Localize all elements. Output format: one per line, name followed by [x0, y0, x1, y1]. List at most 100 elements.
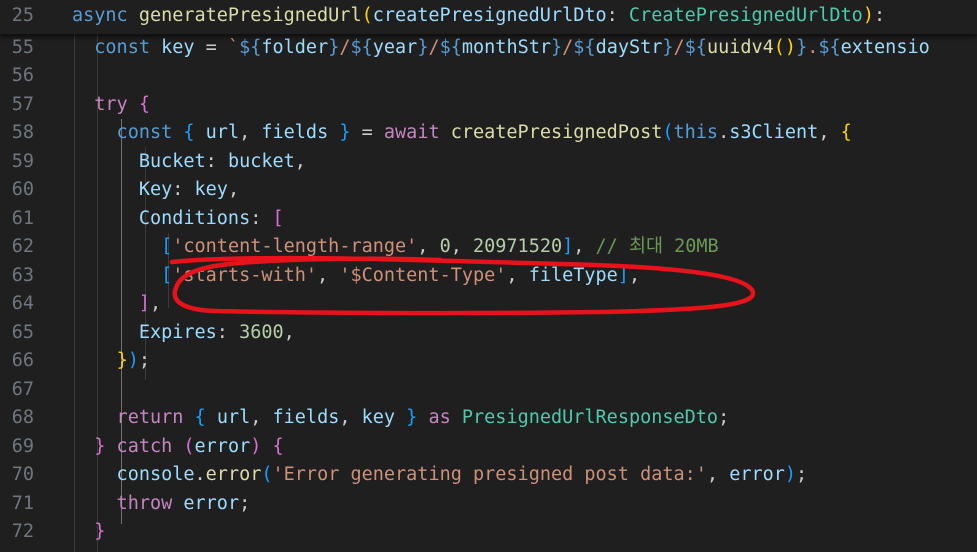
code-line[interactable]: 63 ['starts-with', '$Content-Type', file…	[0, 262, 977, 291]
code-token: =	[350, 122, 384, 143]
code-line[interactable]: 65 Expires: 3600,	[0, 319, 977, 348]
code-token: }	[417, 36, 429, 58]
code-token: {	[138, 93, 150, 115]
code-content: ['content-length-range', 0, 20971520], /…	[72, 233, 719, 262]
code-token: (	[261, 464, 273, 485]
code-token: }	[94, 521, 106, 542]
code-token: extensio	[840, 36, 930, 58]
code-content: });	[72, 347, 150, 376]
code-token: ,	[227, 179, 240, 200]
code-token: bucket	[227, 150, 295, 172]
code-content: return { url, fields, key } as Presigned…	[72, 404, 730, 433]
line-number: 25	[11, 5, 34, 26]
code-line[interactable]: 71 throw error;	[0, 490, 977, 519]
code-token: key	[194, 179, 228, 200]
code-line[interactable]: 67	[0, 376, 977, 405]
code-token: dayStr	[595, 36, 663, 58]
code-line[interactable]: 68 return { url, fields, key } as Presig…	[0, 404, 977, 433]
code-line[interactable]: 72 }	[0, 518, 977, 547]
code-token: :	[606, 5, 629, 26]
code-token: }	[328, 122, 351, 143]
code-token: year	[372, 36, 418, 58]
code-token: ,	[149, 293, 162, 314]
code-token: console	[72, 464, 195, 485]
code-token: fileType	[528, 264, 618, 286]
sticky-scroll-header[interactable]: 25 async generatePresignedUrl(createPres…	[0, 0, 977, 34]
code-token: monthStr	[461, 36, 551, 58]
code-line[interactable]: 60 Key: key,	[0, 176, 977, 205]
code-content: try {	[72, 91, 150, 120]
code-token: :	[216, 321, 240, 343]
line-number: 66	[11, 350, 34, 371]
code-token: {	[840, 122, 852, 143]
code-token: ;	[239, 492, 251, 514]
code-content: Bucket: bucket,	[72, 148, 306, 177]
code-content: console.error('Error generating presigne…	[72, 461, 808, 490]
code-content: } catch (error) {	[72, 433, 283, 462]
code-token: key	[361, 407, 396, 428]
code-line[interactable]: 55 const key = `${folder}/${year}/${mont…	[0, 34, 977, 63]
code-token: ()	[773, 36, 797, 58]
code-line[interactable]: async generatePresignedUrl(createPresign…	[72, 5, 885, 26]
code-token: async	[72, 5, 139, 26]
code-token: error	[729, 464, 785, 485]
code-token: CreatePresignedUrlDto	[628, 5, 863, 26]
code-line[interactable]: 58 const { url, fields } = await createP…	[0, 119, 977, 148]
code-token: Bucket	[72, 150, 206, 172]
code-line[interactable]: 61 Conditions: [	[0, 205, 977, 234]
code-token: ,	[250, 407, 273, 428]
code-token: Key	[72, 179, 173, 200]
code-token: error	[194, 435, 251, 457]
code-token: /	[673, 36, 685, 58]
code-token: 3600	[239, 321, 284, 343]
code-line[interactable]: 66 });	[0, 347, 977, 376]
code-token: const	[72, 122, 184, 143]
code-token: )	[250, 435, 262, 457]
code-editor[interactable]: 25 async generatePresignedUrl(createPres…	[0, 0, 977, 552]
code-token: (	[183, 435, 195, 457]
code-token: ,	[706, 464, 730, 485]
line-number: 63	[11, 264, 34, 286]
code-line[interactable]: 57 try {	[0, 91, 977, 120]
code-token: key	[161, 36, 195, 58]
code-token: const	[72, 36, 162, 58]
code-token: {	[183, 122, 206, 143]
code-line[interactable]: 62 ['content-length-range', 0, 20971520]…	[0, 233, 977, 262]
code-token: }	[116, 350, 128, 371]
line-number: 62	[11, 236, 34, 257]
line-number: 68	[11, 407, 34, 428]
code-line[interactable]: 56	[0, 62, 977, 91]
code-line[interactable]: 69 } catch (error) {	[0, 433, 977, 462]
code-token: ${	[818, 36, 841, 58]
code-token: this	[673, 122, 719, 143]
code-token: .	[718, 122, 730, 143]
code-token: // 최대 20MB	[595, 236, 719, 257]
code-token: {	[194, 407, 217, 428]
code-token: ,	[417, 236, 440, 257]
code-token: ;	[138, 350, 150, 371]
code-token: ${	[684, 36, 707, 58]
code-token: await	[383, 122, 451, 143]
code-token: as	[417, 407, 462, 428]
code-token: =	[194, 36, 228, 58]
code-token: ,	[239, 122, 262, 143]
code-line[interactable]: 64 ],	[0, 290, 977, 319]
code-token: )	[127, 350, 139, 371]
code-token: 'Error generating presigned post data:'	[272, 464, 707, 485]
code-line[interactable]: 70 console.error('Error generating presi…	[0, 461, 977, 490]
code-content: const { url, fields } = await createPres…	[72, 119, 852, 148]
code-token: (	[662, 122, 674, 143]
code-token: error	[205, 464, 262, 485]
code-token: }	[796, 36, 808, 58]
code-token: ${	[350, 36, 373, 58]
code-token: fields	[272, 407, 340, 428]
code-token: ,	[628, 264, 641, 286]
code-token: ,	[283, 321, 295, 343]
code-token: }	[94, 435, 106, 457]
code-token: :	[205, 150, 228, 172]
code-token: s3Client	[729, 122, 819, 143]
code-line[interactable]: 59 Bucket: bucket,	[0, 148, 977, 177]
